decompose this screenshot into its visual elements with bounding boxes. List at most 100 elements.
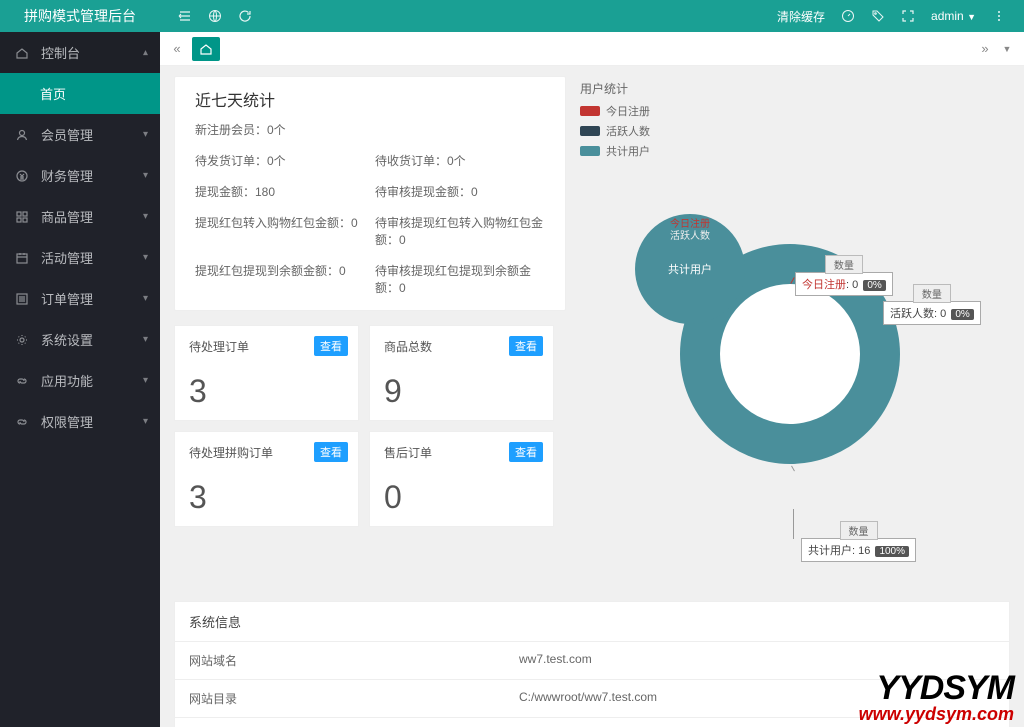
sidebar-item-label: 商品管理 (41, 207, 93, 226)
fullscreen-icon[interactable] (893, 0, 923, 32)
chevron-down-icon: ▾ (143, 129, 148, 140)
chart-title: 用户统计 (580, 76, 1010, 103)
sidebar-item-6[interactable]: 订单管理 ▾ (0, 278, 160, 319)
chevron-down-icon: ▾ (143, 375, 148, 386)
sidebar-item-4[interactable]: 商品管理 ▾ (0, 196, 160, 237)
sidebar-item-label: 财务管理 (41, 166, 93, 185)
legend-swatch (580, 126, 600, 136)
sysinfo-key: 网站域名 (175, 642, 505, 679)
stat-card-3: 售后订单查看0 (369, 431, 554, 527)
grid-icon (15, 210, 31, 224)
list-icon (15, 292, 31, 306)
chevron-down-icon: ▾ (143, 47, 148, 58)
chevron-down-icon: ▾ (143, 252, 148, 263)
legend-swatch (580, 106, 600, 116)
sidebar-item-1[interactable]: 首页 (0, 73, 160, 114)
sidebar-item-label: 会员管理 (41, 125, 93, 144)
stat-cell: 提现红包转入购物红包金额：0 (195, 214, 365, 248)
link-icon (15, 374, 31, 388)
card-value: 3 (189, 373, 344, 410)
tag-icon[interactable] (863, 0, 893, 32)
sidebar-item-8[interactable]: 应用功能 ▾ (0, 360, 160, 401)
refresh-icon[interactable] (230, 0, 260, 32)
sysinfo-key: 服务器操作系统 (175, 718, 505, 727)
gear-icon (15, 333, 31, 347)
sysinfo-value: WINNT (505, 718, 572, 727)
donut-center: 今日注册 活跃人数 共计用户 (635, 214, 745, 324)
tab-home[interactable] (192, 37, 220, 61)
stat-cell: 提现金额：180 (195, 183, 365, 200)
chevron-down-icon: ▾ (143, 293, 148, 304)
sysinfo-row: 网站目录C:/wwwroot/ww7.test.com (175, 680, 1009, 718)
sidebar-item-2[interactable]: 会员管理 ▾ (0, 114, 160, 155)
stat-cell: 待收货订单：0个 (375, 152, 545, 169)
sidebar: 拼购模式管理后台 控制台▾ 首页会员管理 ▾ 财务管理 ▾ 商品管理 ▾ 活动管理 ▾ 订单管理 ▾… (0, 0, 160, 727)
sidebar-item-label: 活动管理 (41, 248, 93, 267)
chevron-down-icon: ▾ (143, 170, 148, 181)
tabs-prev-icon[interactable]: « (166, 38, 188, 60)
app-title: 拼购模式管理后台 (0, 0, 160, 32)
chevron-down-icon: ▾ (143, 416, 148, 427)
sysinfo-value: C:/wwwroot/ww7.test.com (505, 680, 671, 717)
legend-item[interactable]: 今日注册 (580, 103, 1010, 119)
tab-strip: « » ▼ (160, 32, 1024, 66)
stat-cell: 待审核提现金额：0 (375, 183, 545, 200)
view-button[interactable]: 查看 (509, 442, 543, 462)
view-button[interactable]: 查看 (314, 336, 348, 356)
sysinfo-row: 服务器操作系统WINNT (175, 718, 1009, 727)
coin-icon (15, 169, 31, 183)
sysinfo-row: 网站域名ww7.test.com (175, 642, 1009, 680)
legend-item[interactable]: 活跃人数 (580, 123, 1010, 139)
stat-cell: 新注册会员：0个 (195, 121, 365, 138)
legend-item[interactable]: 共计用户 (580, 143, 1010, 159)
sysinfo-value: ww7.test.com (505, 642, 606, 679)
chart-label-1: 数量 活跃人数: 0 0% (883, 301, 981, 325)
sidebar-item-label: 应用功能 (41, 371, 93, 390)
stat-cell (375, 121, 545, 138)
user-chart: 用户统计 今日注册活跃人数共计用户 今日注册 活跃人数 共计用户 数量 (580, 76, 1010, 579)
sidebar-item-7[interactable]: 系统设置 ▾ (0, 319, 160, 360)
topbar: 清除缓存 admin ▼ (160, 0, 1024, 32)
stat-card-0: 待处理订单查看3 (174, 325, 359, 421)
card-value: 3 (189, 479, 344, 516)
sidebar-item-label: 订单管理 (41, 289, 93, 308)
tabs-menu-icon[interactable]: ▼ (996, 38, 1018, 60)
card-value: 0 (384, 479, 539, 516)
globe-icon[interactable] (200, 0, 230, 32)
content-area: 近七天统计 新注册会员：0个待发货订单：0个待收货订单：0个提现金额：180 待审… (160, 66, 1024, 727)
stat-cell: 待发货订单：0个 (195, 152, 365, 169)
chevron-down-icon: ▾ (143, 334, 148, 345)
sidebar-item-9[interactable]: 权限管理 ▾ (0, 401, 160, 442)
sidebar-item-5[interactable]: 活动管理 ▾ (0, 237, 160, 278)
view-button[interactable]: 查看 (314, 442, 348, 462)
sidebar-item-label: 首页 (40, 84, 66, 103)
sidebar-item-3[interactable]: 财务管理 ▾ (0, 155, 160, 196)
home-icon (15, 46, 31, 60)
view-button[interactable]: 查看 (509, 336, 543, 356)
menu-toggle-icon[interactable] (170, 0, 200, 32)
sysinfo-panel: 系统信息 网站域名ww7.test.com网站目录C:/wwwroot/ww7.… (174, 601, 1010, 727)
more-icon[interactable] (984, 0, 1014, 32)
card-value: 9 (384, 373, 539, 410)
stat-card-2: 待处理拼购订单查看3 (174, 431, 359, 527)
stats-panel: 近七天统计 新注册会员：0个待发货订单：0个待收货订单：0个提现金额：180 待审… (174, 76, 566, 311)
chart-label-2: 数量 共计用户: 16 100% (801, 538, 916, 562)
sysinfo-key: 网站目录 (175, 680, 505, 717)
user-menu[interactable]: admin ▼ (923, 9, 984, 23)
clear-cache-button[interactable]: 清除缓存 (769, 8, 833, 25)
chart-label-0: 数量 今日注册: 0 0% (795, 272, 893, 296)
calendar-icon (15, 251, 31, 265)
dashboard-icon[interactable] (833, 0, 863, 32)
sidebar-item-label: 系统设置 (41, 330, 93, 349)
stat-cell: 提现红包提现到余额金额：0 (195, 262, 365, 296)
legend-swatch (580, 146, 600, 156)
stat-card-1: 商品总数查看9 (369, 325, 554, 421)
sidebar-item-0[interactable]: 控制台▾ (0, 32, 160, 73)
user-icon (15, 128, 31, 142)
stats-title: 近七天统计 (195, 87, 545, 111)
sidebar-item-label: 权限管理 (41, 412, 93, 431)
donut-chart: 今日注册 活跃人数 共计用户 数量 今日注册: 0 0% 数量 活跃人数: 0 … (580, 159, 1010, 579)
tabs-next-icon[interactable]: » (974, 38, 996, 60)
chevron-down-icon: ▾ (143, 211, 148, 222)
link-icon (15, 415, 31, 429)
